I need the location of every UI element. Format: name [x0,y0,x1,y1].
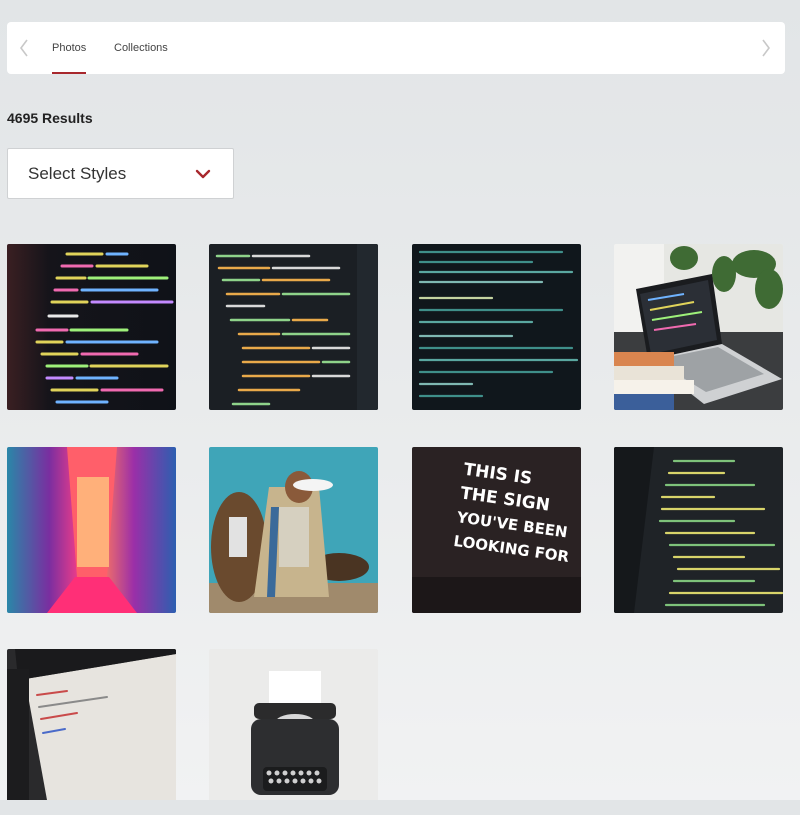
tab-collections-label: Collections [114,42,168,54]
photo-neon-sign[interactable]: THIS IS THE SIGN YOU'VE BEEN LOOKING FOR [412,447,581,613]
results-count: 4695 Results [7,110,93,126]
photo-neon-hallway[interactable] [7,447,176,613]
photo-laptop-desk[interactable] [614,244,783,410]
chevron-left-icon [20,39,28,57]
tab-photos[interactable]: Photos [52,22,87,74]
photo-typewriter[interactable] [209,649,378,815]
photo-html-editor[interactable] [614,447,783,613]
photo-native-dancer[interactable] [209,447,378,613]
active-tab-indicator [52,72,87,74]
chevron-down-icon [195,167,213,181]
styles-select-label: Select Styles [28,163,127,183]
chevron-right-icon [762,39,770,57]
tab-bar: Photos Collections [7,22,785,74]
scroll-right-button[interactable] [755,36,777,60]
tab-photos-label: Photos [52,42,87,54]
tab-collections[interactable]: Collections [114,22,168,74]
styles-select[interactable]: Select Styles [7,148,234,199]
photo-code-editor[interactable] [209,244,378,410]
photo-code-terminal[interactable] [412,244,581,410]
scroll-left-button[interactable] [13,36,35,60]
photo-monitor-webpage[interactable] [7,649,176,815]
photo-code-screen[interactable] [7,244,176,410]
